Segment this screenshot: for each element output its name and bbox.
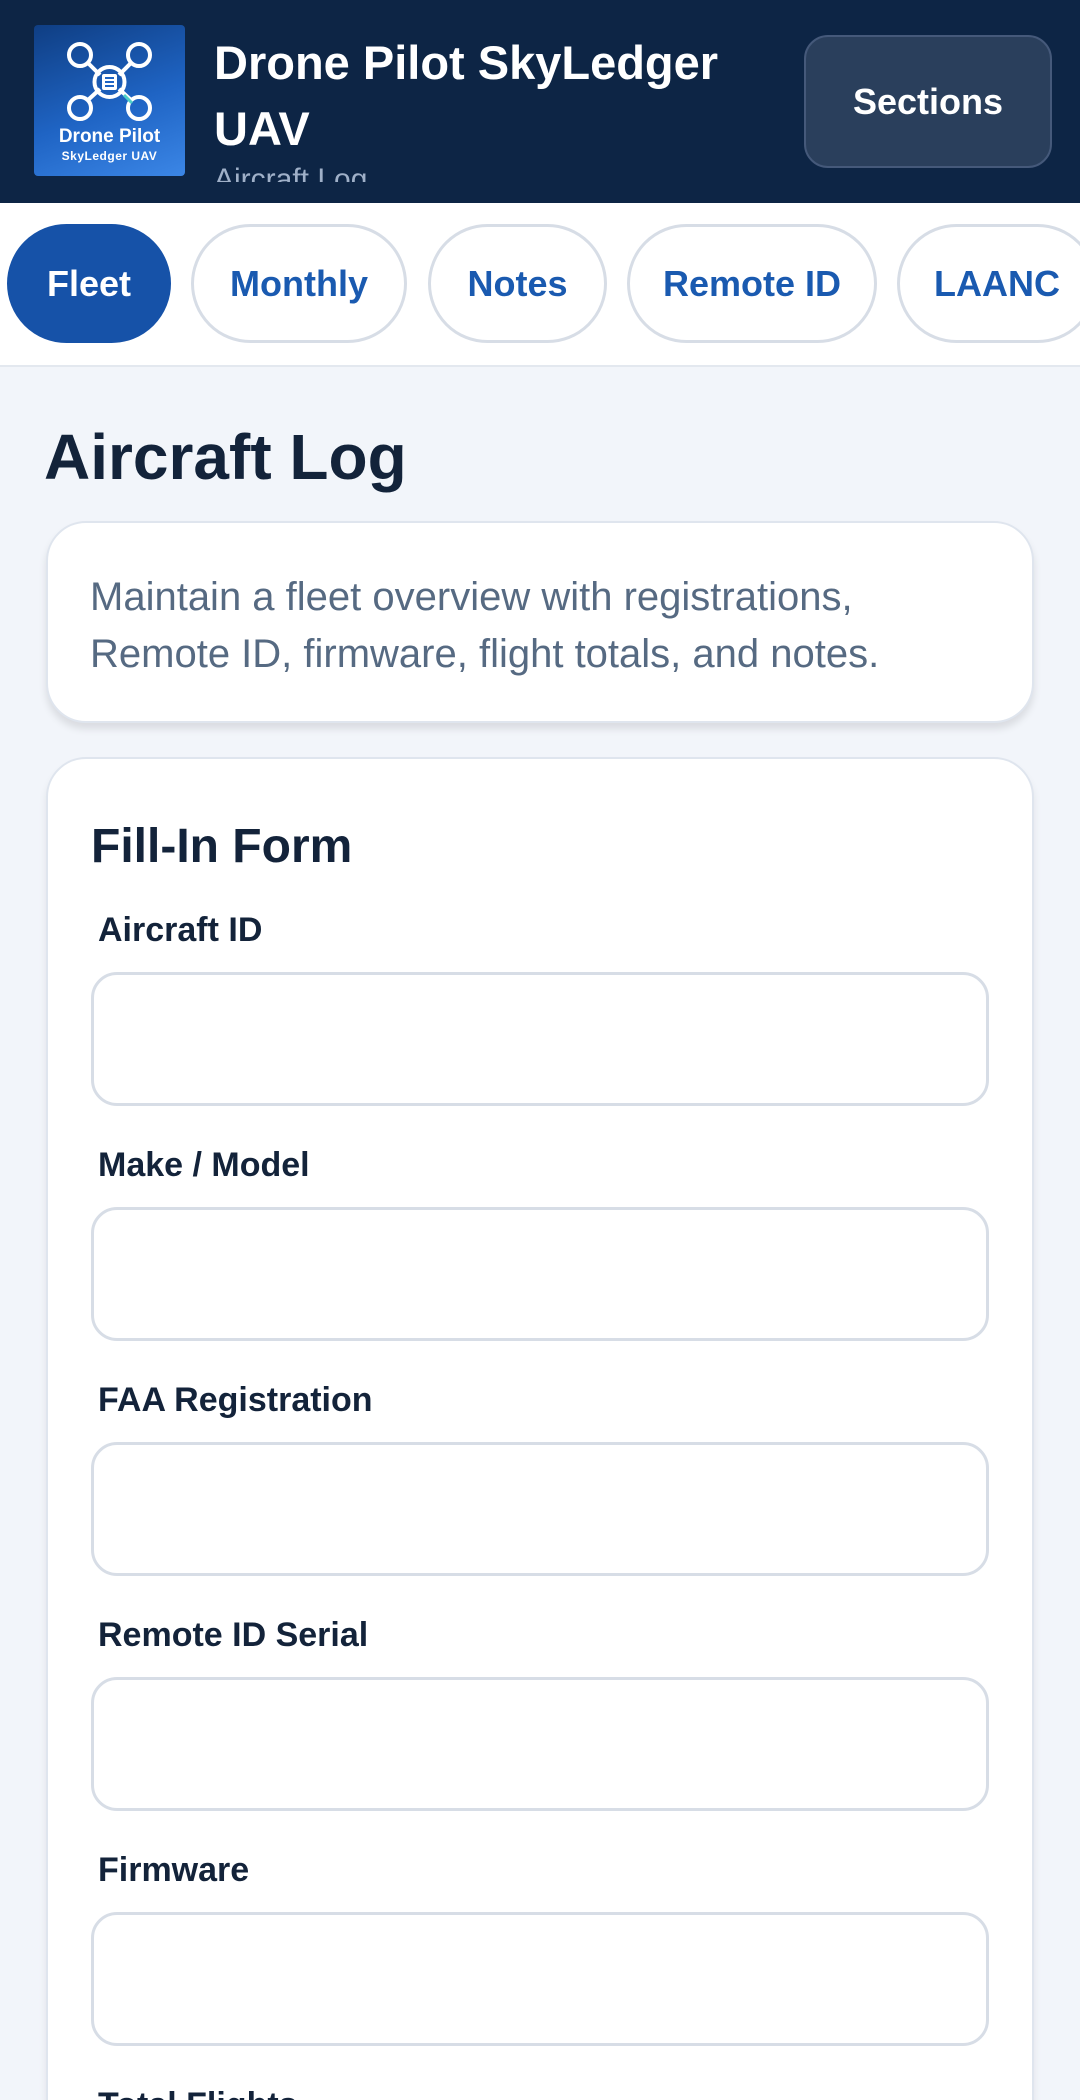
app-header: Drone Pilot SkyLedger UAV Drone Pilot Sk…	[0, 0, 1080, 203]
aircraft-id-label: Aircraft ID	[98, 911, 263, 949]
firmware-input[interactable]	[91, 1912, 989, 2046]
tab-notes[interactable]: Notes	[428, 224, 607, 343]
tab-remote-id[interactable]: Remote ID	[627, 224, 877, 343]
total-flights-label: Total Flights	[98, 2086, 298, 2100]
firmware-label: Firmware	[98, 1851, 250, 1889]
faa-registration-label: FAA Registration	[98, 1381, 373, 1419]
intro-text: Maintain a fleet overview with registrat…	[90, 575, 880, 676]
faa-registration-input[interactable]	[91, 1442, 989, 1576]
make-model-input[interactable]	[91, 1207, 989, 1341]
app-logo: Drone Pilot SkyLedger UAV	[34, 25, 185, 176]
tab-laanc[interactable]: LAANC	[897, 224, 1080, 343]
logo-title: Drone Pilot	[58, 126, 161, 147]
make-model-label: Make / Model	[98, 1146, 310, 1184]
aircraft-id-input[interactable]	[91, 972, 989, 1106]
drone-icon	[67, 42, 152, 121]
remote-id-serial-input[interactable]	[91, 1677, 989, 1811]
section-tabs: Fleet Monthly Notes Remote ID LAANC	[0, 203, 1080, 367]
app-title: Drone Pilot SkyLedger UAV	[214, 36, 719, 155]
tab-fleet[interactable]: Fleet	[7, 224, 171, 343]
logo-subtitle: SkyLedger UAV	[61, 149, 158, 163]
app-subtitle: Aircraft Log	[214, 163, 368, 182]
sections-button[interactable]: Sections	[804, 35, 1052, 168]
page-title: Aircraft Log	[44, 421, 407, 493]
intro-card: Maintain a fleet overview with registrat…	[46, 521, 1034, 723]
form-title: Fill-In Form	[91, 820, 353, 873]
fill-in-form: Fill-In Form Aircraft ID Make / Model FA…	[46, 757, 1034, 2100]
tab-monthly[interactable]: Monthly	[191, 224, 407, 343]
remote-id-serial-label: Remote ID Serial	[98, 1616, 369, 1654]
